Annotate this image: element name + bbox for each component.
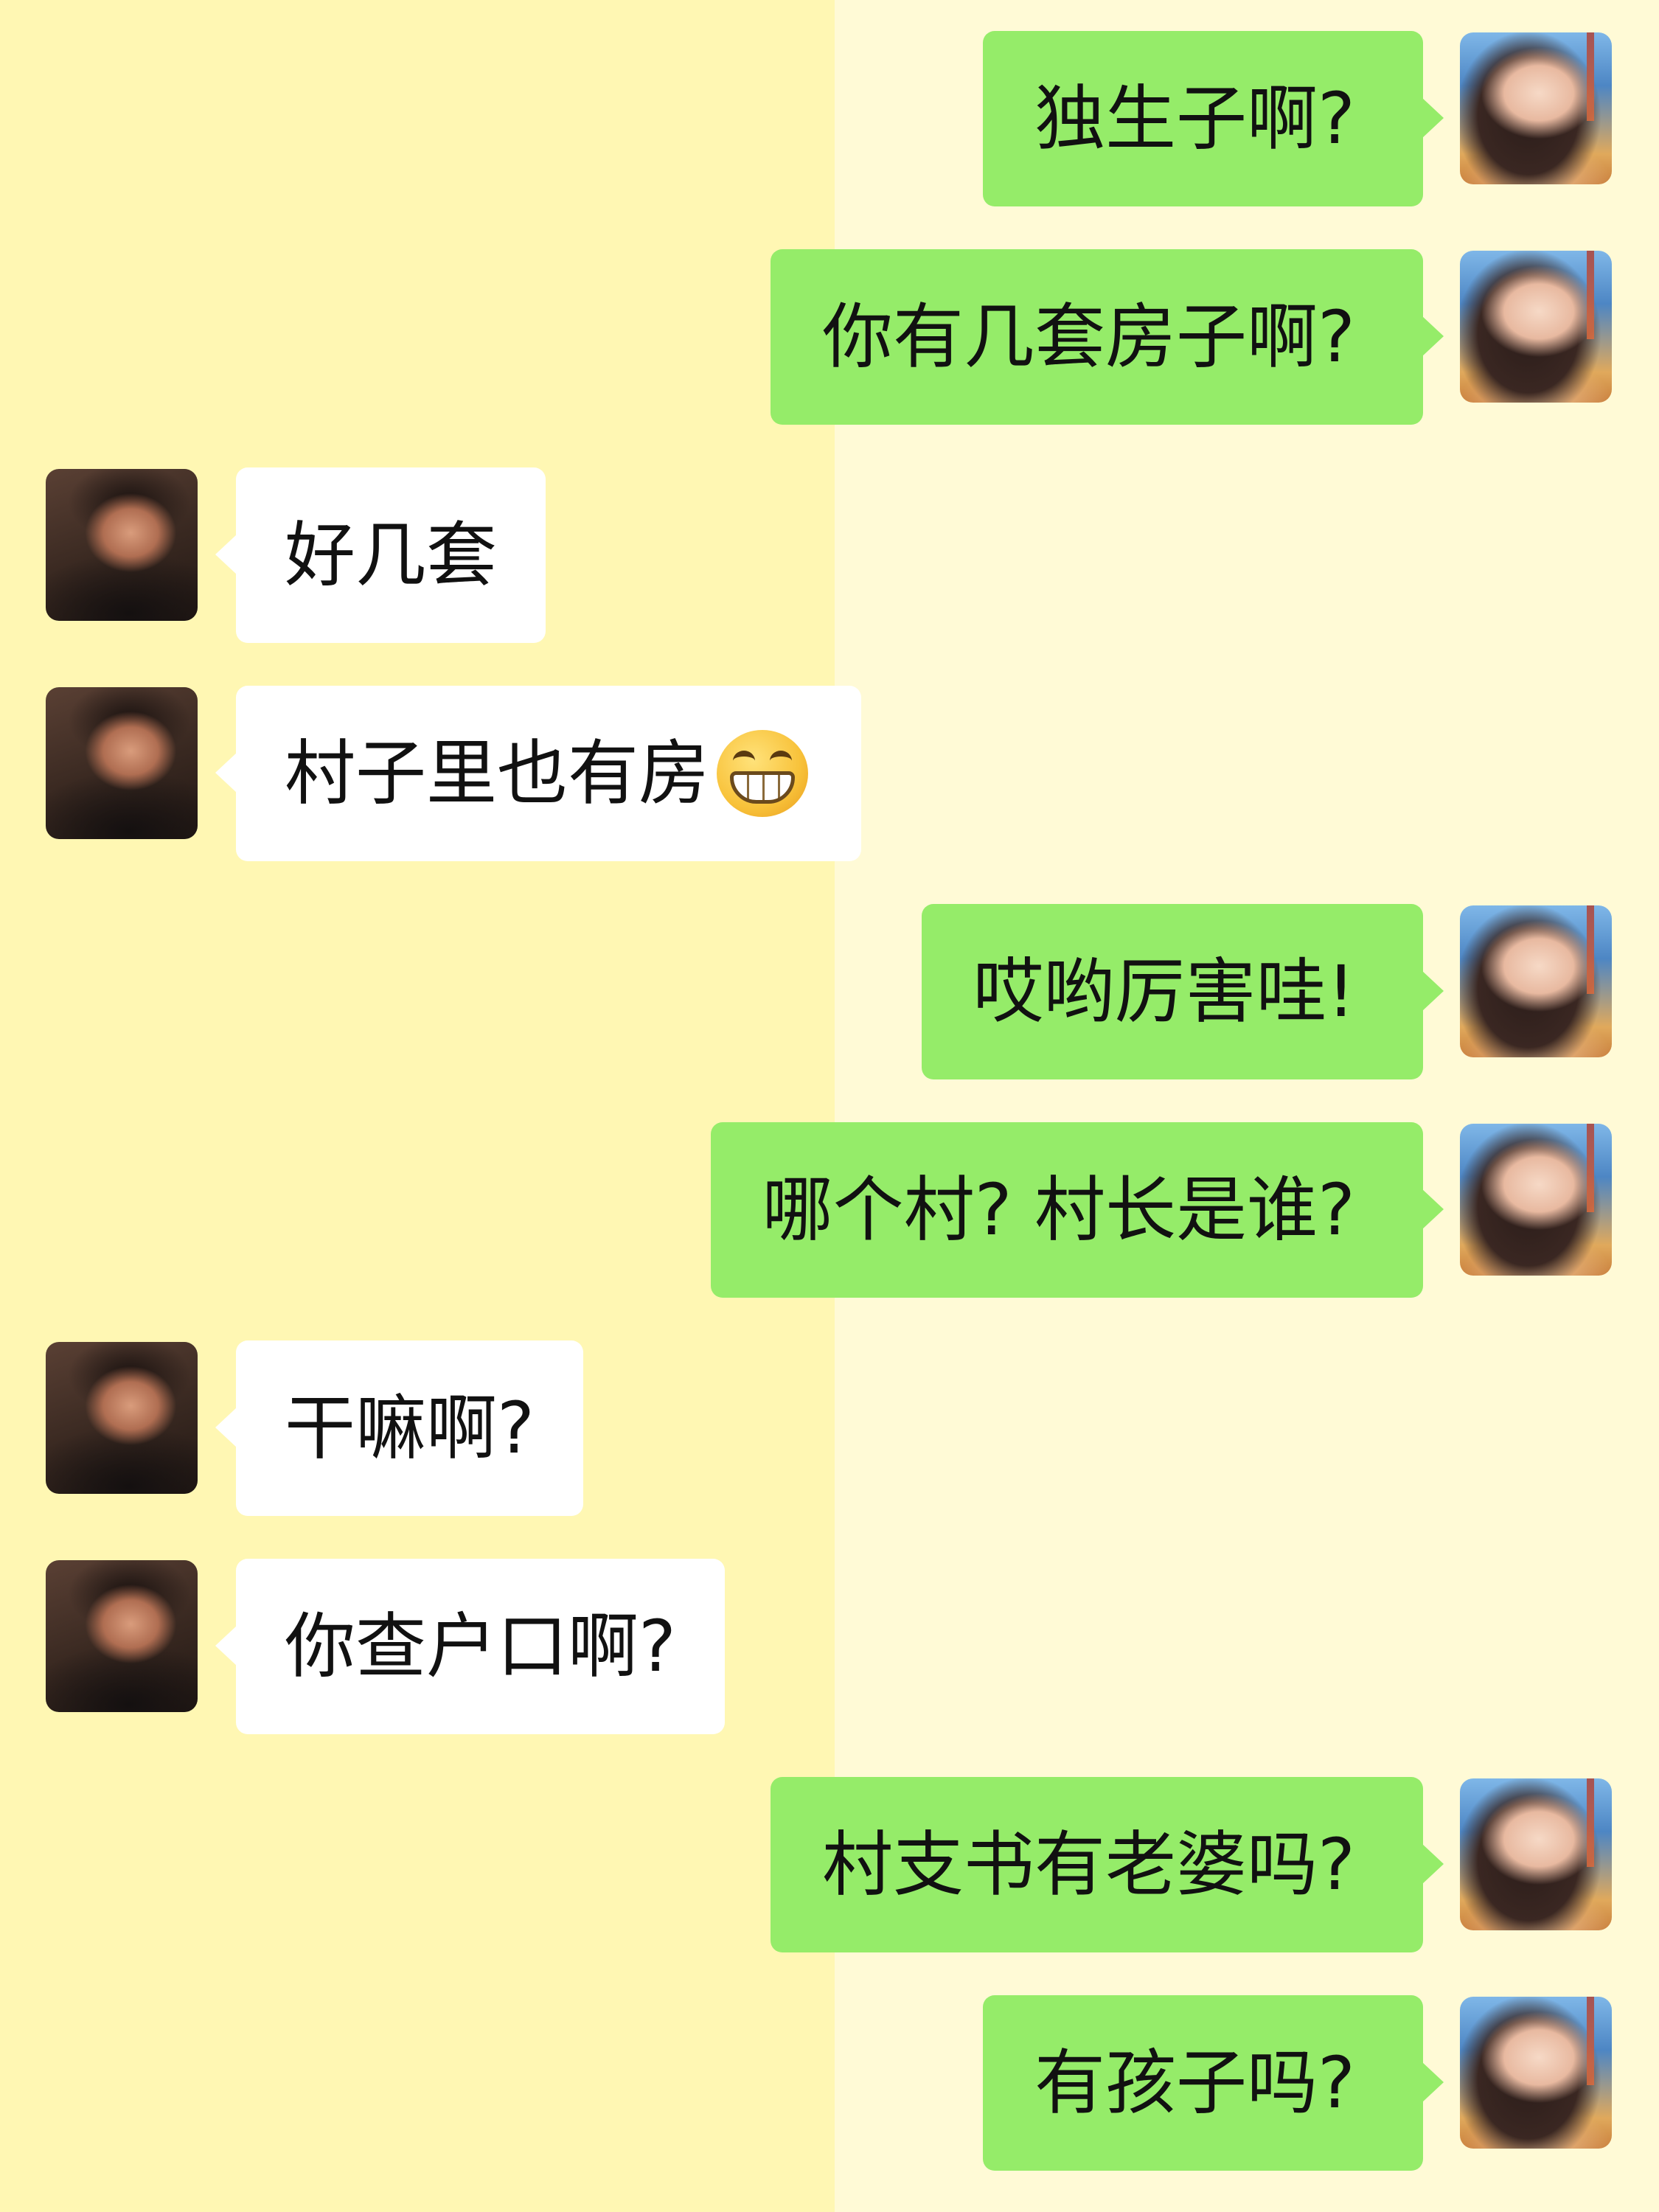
message-incoming: 你查户口啊? [0, 1559, 1659, 1736]
message-bubble[interactable]: 哪个村? 村长是谁? [710, 1122, 1444, 1298]
avatar-self[interactable] [1460, 905, 1612, 1057]
message-bubble[interactable]: 独生子啊? [983, 31, 1444, 206]
message-outgoing: 哎哟厉害哇! [0, 904, 1659, 1081]
message-bubble[interactable]: 你有几套房子啊? [771, 249, 1444, 425]
message-bubble[interactable]: 好几套 [215, 467, 546, 643]
avatar-contact[interactable] [46, 1342, 198, 1494]
message-text: 好几套 [285, 514, 497, 597]
message-bubble[interactable]: 你查户口啊? [215, 1559, 725, 1734]
message-text: 你查户口啊? [285, 1605, 676, 1688]
message-bubble[interactable]: 村支书有老婆吗? [771, 1777, 1444, 1952]
message-text: 你有几套房子啊? [822, 296, 1355, 378]
message-text: 干嘛啊? [285, 1387, 535, 1470]
avatar-self[interactable] [1460, 32, 1612, 184]
message-bubble[interactable]: 哎哟厉害哇! [921, 904, 1444, 1079]
avatar-self[interactable] [1460, 251, 1612, 403]
avatar-contact[interactable] [46, 1560, 198, 1712]
avatar-contact[interactable] [46, 687, 198, 839]
avatar-self[interactable] [1460, 1124, 1612, 1276]
grinning-face-emoji-icon [717, 726, 813, 821]
message-outgoing: 有孩子吗? [0, 1995, 1659, 2172]
message-incoming: 村子里也有房 [0, 686, 1659, 863]
message-bubble[interactable]: 干嘛啊? [215, 1340, 583, 1516]
avatar-self[interactable] [1460, 1997, 1612, 2149]
message-bubble[interactable]: 有孩子吗? [983, 1995, 1444, 2171]
message-outgoing: 独生子啊? [0, 31, 1659, 208]
message-text: 有孩子吗? [1034, 2042, 1355, 2124]
message-outgoing: 哪个村? 村长是谁? [0, 1122, 1659, 1299]
message-text: 独生子啊? [1034, 77, 1355, 160]
message-incoming: 好几套 [0, 467, 1659, 644]
message-outgoing: 村支书有老婆吗? [0, 1777, 1659, 1954]
message-text: 村支书有老婆吗? [822, 1823, 1355, 1906]
message-bubble[interactable]: 村子里也有房 [215, 686, 861, 861]
message-text: 村子里也有房 [285, 732, 709, 815]
avatar-self[interactable] [1460, 1778, 1612, 1930]
message-outgoing: 你有几套房子啊? [0, 249, 1659, 426]
message-incoming: 干嘛啊? [0, 1340, 1659, 1517]
avatar-contact[interactable] [46, 469, 198, 621]
chat-thread[interactable]: 独生子啊? 你有几套房子啊? 好几套 村子里也有房 哎哟厉害哇! 哪个村? 村长… [0, 0, 1659, 2212]
message-text: 哪个村? 村长是谁? [762, 1169, 1355, 1251]
message-text: 哎哟厉害哇! [973, 950, 1355, 1033]
